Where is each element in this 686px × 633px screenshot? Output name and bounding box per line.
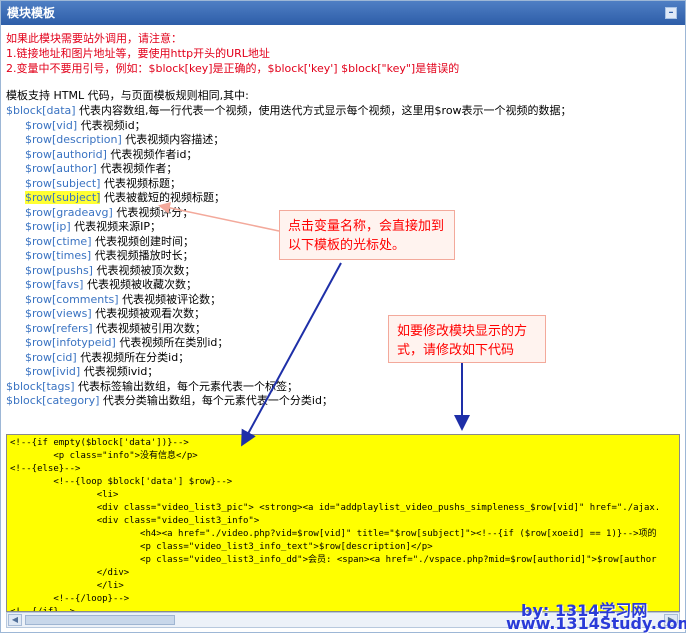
- notice-line: 2.变量中不要用引号，例如：$block[key]是正确的，$block['ke…: [6, 62, 460, 75]
- variable-row: $row[authorid] 代表视频作者id；: [25, 147, 197, 162]
- arrow-to-code-left: [241, 262, 342, 447]
- variable-name-link[interactable]: $block[tags]: [6, 380, 75, 393]
- variable-row: $row[ctime] 代表视频创建时间；: [25, 234, 194, 249]
- intro-text: 模板支持 HTML 代码，与页面模板规则相同,其中:: [6, 89, 249, 102]
- scroll-thumb[interactable]: [25, 615, 175, 625]
- variable-row: $row[ivid] 代表视频ivid；: [25, 364, 158, 379]
- variable-description: 代表标签输出数组，每个元素代表一个标签；: [78, 379, 299, 393]
- variable-description: 代表视频被引用次数；: [96, 321, 207, 335]
- panel-title: 模块模板: [7, 6, 56, 20]
- collapse-icon[interactable]: –: [665, 7, 677, 19]
- variable-row: $row[cid] 代表视频所在分类id；: [25, 350, 189, 365]
- variable-description: 代表视频评分；: [116, 205, 194, 219]
- template-code-editor[interactable]: <!--{if empty($block['data'])}--> <p cla…: [6, 434, 680, 612]
- variable-description: 代表视频内容描述；: [125, 133, 225, 146]
- callout-modify-code: 如要修改模块显示的方 式，请修改如下代码: [388, 315, 546, 363]
- variable-row: $row[times] 代表视频播放时长；: [25, 248, 194, 263]
- variable-description: 代表视频作者id；: [110, 147, 198, 161]
- variable-name-link[interactable]: $row[pushs]: [25, 264, 93, 277]
- variable-row: $block[data] 代表内容数组,每一行代表一个视频，使用迭代方式显示每个…: [6, 103, 572, 118]
- variable-name-link[interactable]: $row[description]: [25, 133, 122, 146]
- variable-description: 代表视频所在分类id；: [80, 350, 190, 364]
- variable-name-link[interactable]: $block[category]: [6, 394, 99, 407]
- variable-row: $block[category] 代表分类输出数组，每个元素代表一个分类id；: [6, 393, 333, 408]
- notice-block: 如果此模块需要站外调用，请注意： 1.链接地址和图片地址等，要使用http开头的…: [6, 31, 459, 76]
- variable-description: 代表视频标题；: [103, 176, 181, 190]
- variable-description: 代表视频创建时间；: [95, 234, 194, 248]
- callout-modify-text: 如要修改模块显示的方 式，请修改如下代码: [397, 324, 528, 358]
- variable-description: 代表分类输出数组，每个元素代表一个分类id；: [102, 394, 333, 407]
- variable-row: $row[comments] 代表视频被评论数；: [25, 292, 221, 307]
- callout-click-variable: 点击变量名称，会直接加到 以下模板的光标处。: [279, 210, 455, 260]
- variable-name-link[interactable]: $row[author]: [25, 162, 97, 175]
- variable-row: $row[refers] 代表视频被引用次数；: [25, 321, 206, 336]
- variable-description: 代表视频来源IP；: [74, 220, 162, 233]
- module-template-panel: 模块模板 – 如果此模块需要站外调用，请注意： 1.链接地址和图片地址等，要使用…: [0, 0, 686, 633]
- variable-name-link[interactable]: $row[refers]: [25, 322, 93, 335]
- variable-name-link[interactable]: $row[times]: [25, 249, 91, 262]
- variable-name-link[interactable]: $row[vid]: [25, 119, 77, 132]
- variable-name-link[interactable]: $row[views]: [25, 307, 92, 320]
- variable-name-link[interactable]: $row[cid]: [25, 351, 77, 364]
- variable-name-link[interactable]: $row[comments]: [25, 293, 119, 306]
- variable-description: 代表视频被收藏次数；: [86, 278, 197, 291]
- variable-name-link[interactable]: $row[gradeavg]: [25, 206, 113, 219]
- notice-line: 如果此模块需要站外调用，请注意：: [6, 32, 182, 45]
- variable-name-link[interactable]: $row[subject]: [25, 191, 101, 204]
- variable-description: 代表视频作者；: [100, 162, 178, 175]
- variable-name-link[interactable]: $row[subject]: [25, 177, 100, 190]
- variable-row: $row[favs] 代表视频被收藏次数；: [25, 277, 197, 292]
- variable-name-link[interactable]: $block[data]: [6, 104, 76, 117]
- panel-titlebar: 模块模板 –: [1, 1, 685, 25]
- variable-row: $row[infotypeid] 代表视频所在类别id；: [25, 335, 228, 350]
- variable-description: 代表视频被评论数；: [122, 292, 222, 306]
- variable-row: $row[vid] 代表视频id；: [25, 118, 146, 133]
- variable-name-link[interactable]: $row[ip]: [25, 220, 71, 233]
- variable-description: 代表被截短的视频标题；: [103, 191, 225, 204]
- notice-line: 1.链接地址和图片地址等，要使用http开头的URL地址: [6, 47, 270, 60]
- variable-row: $row[author] 代表视频作者；: [25, 161, 177, 176]
- variable-row: $row[views] 代表视频被观看次数；: [25, 306, 205, 321]
- variable-name-link[interactable]: $row[infotypeid]: [25, 336, 116, 349]
- variable-description: 代表视频被顶次数；: [96, 263, 196, 277]
- variable-name-link[interactable]: $row[favs]: [25, 278, 83, 291]
- variable-description: 代表视频播放时长；: [94, 249, 194, 262]
- variable-description: 代表内容数组,每一行代表一个视频，使用迭代方式显示每个视频，这里用$row表示一…: [79, 104, 572, 117]
- scroll-left-icon[interactable]: ◀: [8, 614, 22, 626]
- variable-row: $row[ip] 代表视频来源IP；: [25, 219, 161, 234]
- variable-row: $row[subject] 代表视频标题；: [25, 176, 181, 191]
- variable-name-link[interactable]: $row[ctime]: [25, 235, 92, 248]
- watermark-url: www.1314Study.com: [506, 614, 686, 633]
- variable-row: $row[gradeavg] 代表视频评分；: [25, 205, 193, 220]
- variable-description: 代表视频ivid；: [83, 365, 159, 378]
- callout-click-text: 点击变量名称，会直接加到 以下模板的光标处。: [288, 219, 445, 253]
- variable-name-link[interactable]: $row[ivid]: [25, 365, 80, 378]
- variable-name-link[interactable]: $row[authorid]: [25, 148, 107, 161]
- variable-row: $block[tags] 代表标签输出数组，每个元素代表一个标签；: [6, 379, 298, 394]
- variable-description: 代表视频id；: [80, 118, 146, 132]
- variable-description: 代表视频所在类别id；: [119, 336, 229, 349]
- variable-row: $row[pushs] 代表视频被顶次数；: [25, 263, 195, 278]
- variable-row: $row[description] 代表视频内容描述；: [25, 132, 224, 147]
- variable-description: 代表视频被观看次数；: [95, 307, 206, 320]
- variable-row: $row[subject] 代表被截短的视频标题；: [25, 190, 225, 205]
- template-code[interactable]: <!--{if empty($block['data'])}--> <p cla…: [7, 435, 679, 611]
